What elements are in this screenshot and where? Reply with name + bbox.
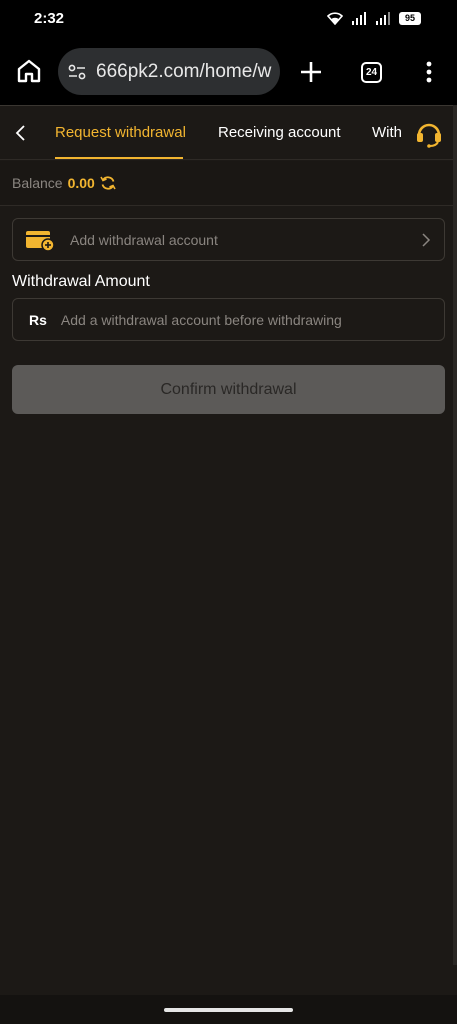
back-arrow-icon[interactable] (10, 122, 32, 144)
customer-support-icon[interactable] (414, 118, 444, 148)
phone-screen: 2:32 95 666pk2.com/home/w 24 Request wit… (0, 0, 457, 1024)
currency-symbol: Rs (29, 311, 47, 328)
balance-label: Balance (12, 175, 63, 191)
active-tab-indicator (55, 157, 183, 159)
balance-row: Balance 0.00 (0, 161, 457, 206)
withdrawal-amount-label: Withdrawal Amount (12, 273, 150, 290)
navigation-bar (0, 995, 457, 1024)
address-bar[interactable]: 666pk2.com/home/w (58, 48, 280, 95)
tab-request-withdrawal[interactable]: Request withdrawal (55, 124, 186, 141)
wifi-icon (327, 12, 343, 25)
browser-toolbar: 666pk2.com/home/w 24 (0, 38, 457, 105)
chevron-right-icon (422, 232, 431, 247)
withdrawal-amount-field[interactable]: Rs (12, 298, 445, 341)
signal-icon (352, 12, 366, 25)
url-text: 666pk2.com/home/w (96, 60, 272, 82)
status-bar: 2:32 95 (0, 0, 457, 38)
confirm-withdrawal-button[interactable]: Confirm withdrawal (12, 365, 445, 414)
battery-icon: 95 (399, 11, 421, 25)
site-settings-icon[interactable] (67, 62, 87, 82)
balance-value: 0.00 (67, 175, 95, 191)
refresh-icon[interactable] (100, 175, 116, 191)
new-tab-icon[interactable] (299, 60, 323, 84)
tab-withdrawal-record[interactable]: With (372, 124, 402, 141)
status-time: 2:32 (34, 10, 65, 27)
more-menu-icon[interactable] (419, 60, 439, 84)
signal-icon (376, 12, 390, 25)
add-withdrawal-account-button[interactable]: Add withdrawal account (12, 218, 445, 261)
page-tabs-header: Request withdrawal Receiving account Wit… (0, 105, 457, 160)
home-icon[interactable] (16, 58, 42, 84)
gesture-handle[interactable] (164, 1008, 293, 1012)
scrollbar[interactable] (453, 105, 457, 965)
tab-switcher-button[interactable]: 24 (361, 62, 382, 83)
tab-receiving-account[interactable]: Receiving account (218, 124, 341, 141)
tab-clip: With (372, 106, 404, 161)
withdrawal-amount-input[interactable] (60, 311, 421, 328)
add-account-label: Add withdrawal account (70, 231, 218, 248)
wallet-add-icon (26, 230, 55, 252)
status-icons: 95 (327, 11, 421, 25)
